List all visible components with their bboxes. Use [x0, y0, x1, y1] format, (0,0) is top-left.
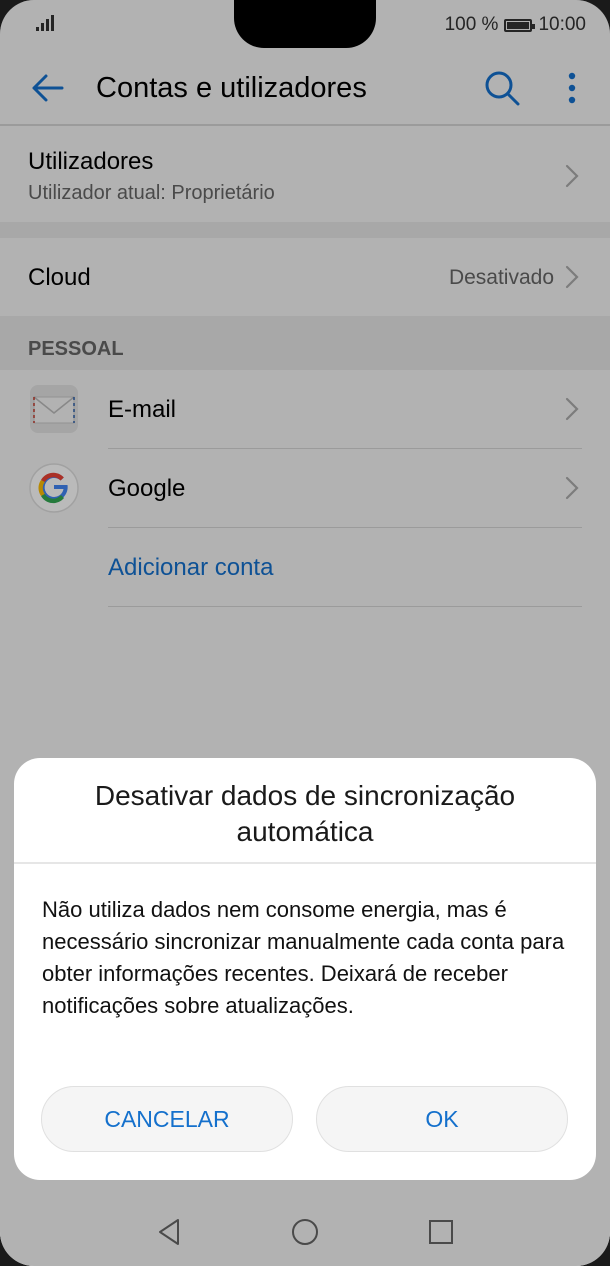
ok-button[interactable]: OK: [316, 1086, 568, 1152]
dialog-divider: [14, 862, 596, 864]
dialog-message: Não utiliza dados nem consome energia, m…: [42, 897, 565, 1018]
dialog-title: Desativar dados de sincronização automát…: [94, 780, 516, 847]
sync-dialog: Desativar dados de sincronização automát…: [14, 758, 596, 1180]
cancel-button[interactable]: CANCELAR: [41, 1086, 293, 1152]
phone-screen: 100 % 10:00 Contas e utilizadores Utiliz…: [0, 0, 610, 1266]
